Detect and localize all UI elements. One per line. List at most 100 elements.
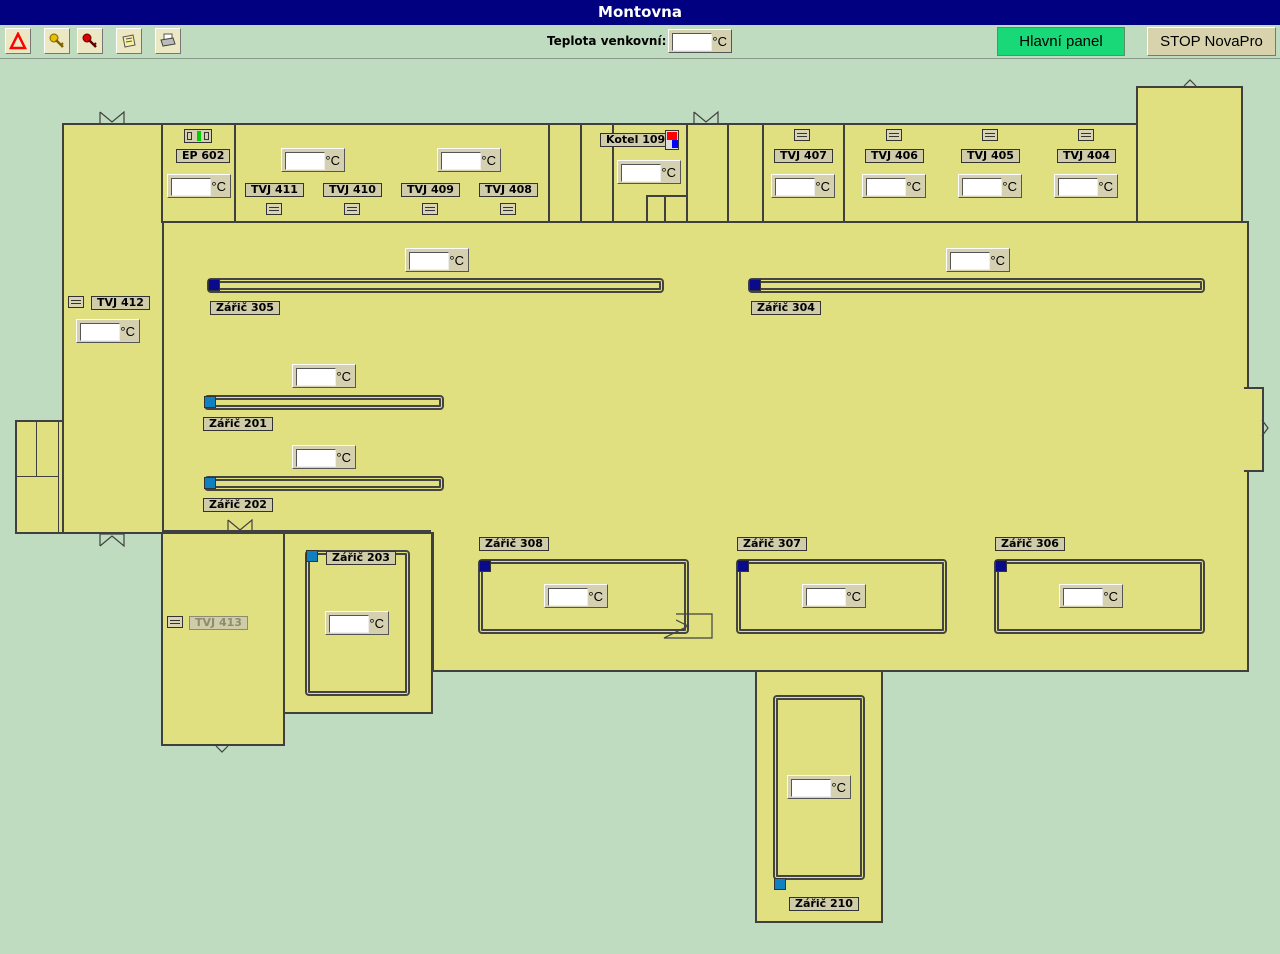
zaric306-label[interactable]: Zářič 306 bbox=[995, 537, 1065, 551]
zaric308-temp: °C bbox=[544, 584, 608, 608]
tvj404-temp: °C bbox=[1054, 174, 1118, 198]
tvj405-label[interactable]: TVJ 405 bbox=[961, 149, 1020, 163]
tvj409-label[interactable]: TVJ 409 bbox=[401, 183, 460, 197]
tvj409-vent-icon[interactable] bbox=[422, 203, 438, 215]
temp-unit: °C bbox=[1103, 589, 1118, 604]
ep602-temp: °C bbox=[167, 174, 231, 198]
temp-unit: °C bbox=[661, 165, 676, 180]
tvj407-temp: °C bbox=[771, 174, 835, 198]
temp-unit: °C bbox=[211, 179, 226, 194]
temp-unit: °C bbox=[325, 153, 340, 168]
zaric202-heater-icon[interactable] bbox=[204, 477, 216, 489]
temp-unit: °C bbox=[831, 780, 846, 795]
zaric307-label[interactable]: Zářič 307 bbox=[737, 537, 807, 551]
temp-unit: °C bbox=[120, 324, 135, 339]
tvj406-temp: °C bbox=[862, 174, 926, 198]
zaric305-heater-icon[interactable] bbox=[208, 279, 220, 291]
ep602-panel-icon[interactable] bbox=[184, 129, 212, 143]
zaric305-temp: °C bbox=[405, 248, 469, 272]
boiler-cold bbox=[672, 140, 678, 148]
room-411-410-temp: °C bbox=[281, 148, 345, 172]
kotel109-label[interactable]: Kotel 109 bbox=[600, 133, 672, 147]
temp-unit: °C bbox=[906, 179, 921, 194]
temp-value bbox=[285, 152, 325, 170]
ep-bar bbox=[204, 132, 209, 140]
zaric202-tube bbox=[204, 476, 444, 491]
temp-value bbox=[1058, 178, 1098, 196]
zaric210-heater-icon[interactable] bbox=[774, 878, 786, 890]
zaric203-label[interactable]: Zářič 203 bbox=[326, 551, 396, 565]
kotel109-temp: °C bbox=[617, 160, 681, 184]
temp-value bbox=[866, 178, 906, 196]
zaric202-label[interactable]: Zářič 202 bbox=[203, 498, 273, 512]
room-409-408-temp: °C bbox=[437, 148, 501, 172]
temp-value bbox=[962, 178, 1002, 196]
temp-unit: °C bbox=[815, 179, 830, 194]
temp-unit: °C bbox=[481, 153, 496, 168]
temp-value bbox=[296, 368, 336, 386]
zaric305-label[interactable]: Zářič 305 bbox=[210, 301, 280, 315]
tvj405-temp: °C bbox=[958, 174, 1022, 198]
zaric210-temp: °C bbox=[787, 775, 851, 799]
boiler-hot bbox=[667, 132, 677, 140]
zaric304-tube bbox=[748, 278, 1205, 293]
tvj405-vent-icon[interactable] bbox=[982, 129, 998, 141]
temp-unit: °C bbox=[588, 589, 603, 604]
temp-value bbox=[791, 779, 831, 797]
temp-value bbox=[806, 588, 846, 606]
tvj412-temp: °C bbox=[76, 319, 140, 343]
zaric306-temp: °C bbox=[1059, 584, 1123, 608]
temp-unit: °C bbox=[369, 616, 384, 631]
temp-unit: °C bbox=[336, 369, 351, 384]
temp-value bbox=[329, 615, 369, 633]
tvj413-label[interactable]: TVJ 413 bbox=[189, 616, 248, 630]
temp-unit: °C bbox=[846, 589, 861, 604]
temp-value bbox=[80, 323, 120, 341]
tvj404-label[interactable]: TVJ 404 bbox=[1057, 149, 1116, 163]
tvj406-vent-icon[interactable] bbox=[886, 129, 902, 141]
zaric304-heater-icon[interactable] bbox=[749, 279, 761, 291]
tvj411-vent-icon[interactable] bbox=[266, 203, 282, 215]
zaric202-temp: °C bbox=[292, 445, 356, 469]
temp-value bbox=[548, 588, 588, 606]
zaric307-heater-icon[interactable] bbox=[737, 560, 749, 572]
tvj410-label[interactable]: TVJ 410 bbox=[323, 183, 382, 197]
tvj407-label[interactable]: TVJ 407 bbox=[774, 149, 833, 163]
zaric201-label[interactable]: Zářič 201 bbox=[203, 417, 273, 431]
ep-led bbox=[197, 131, 201, 141]
zaric203-temp: °C bbox=[325, 611, 389, 635]
tvj408-vent-icon[interactable] bbox=[500, 203, 516, 215]
temp-unit: °C bbox=[1098, 179, 1113, 194]
zaric210-label[interactable]: Zářič 210 bbox=[789, 897, 859, 911]
temp-unit: °C bbox=[336, 450, 351, 465]
zaric306-heater-icon[interactable] bbox=[995, 560, 1007, 572]
zaric201-heater-icon[interactable] bbox=[204, 396, 216, 408]
ep602-label[interactable]: EP 602 bbox=[176, 149, 231, 163]
temp-unit: °C bbox=[449, 253, 464, 268]
zaric308-label[interactable]: Zářič 308 bbox=[479, 537, 549, 551]
zaric308-heater-icon[interactable] bbox=[479, 560, 491, 572]
zaric201-tube bbox=[204, 395, 444, 410]
tvj406-label[interactable]: TVJ 406 bbox=[865, 149, 924, 163]
boiler-icon[interactable] bbox=[665, 130, 679, 150]
zaric201-temp: °C bbox=[292, 364, 356, 388]
temp-value bbox=[1063, 588, 1103, 606]
tvj413-vent-icon[interactable] bbox=[167, 616, 183, 628]
zaric304-temp: °C bbox=[946, 248, 1010, 272]
tvj407-vent-icon[interactable] bbox=[794, 129, 810, 141]
tvj410-vent-icon[interactable] bbox=[344, 203, 360, 215]
temp-unit: °C bbox=[1002, 179, 1017, 194]
zaric304-label[interactable]: Zářič 304 bbox=[751, 301, 821, 315]
temp-value bbox=[950, 252, 990, 270]
zaric305-tube bbox=[207, 278, 664, 293]
tvj408-label[interactable]: TVJ 408 bbox=[479, 183, 538, 197]
tvj404-vent-icon[interactable] bbox=[1078, 129, 1094, 141]
tvj411-label[interactable]: TVJ 411 bbox=[245, 183, 304, 197]
temp-value bbox=[441, 152, 481, 170]
temp-value bbox=[409, 252, 449, 270]
tvj412-vent-icon[interactable] bbox=[68, 296, 84, 308]
ep-bar bbox=[187, 132, 192, 140]
zaric203-heater-icon[interactable] bbox=[306, 550, 318, 562]
temp-value bbox=[621, 164, 661, 182]
tvj412-label[interactable]: TVJ 412 bbox=[91, 296, 150, 310]
